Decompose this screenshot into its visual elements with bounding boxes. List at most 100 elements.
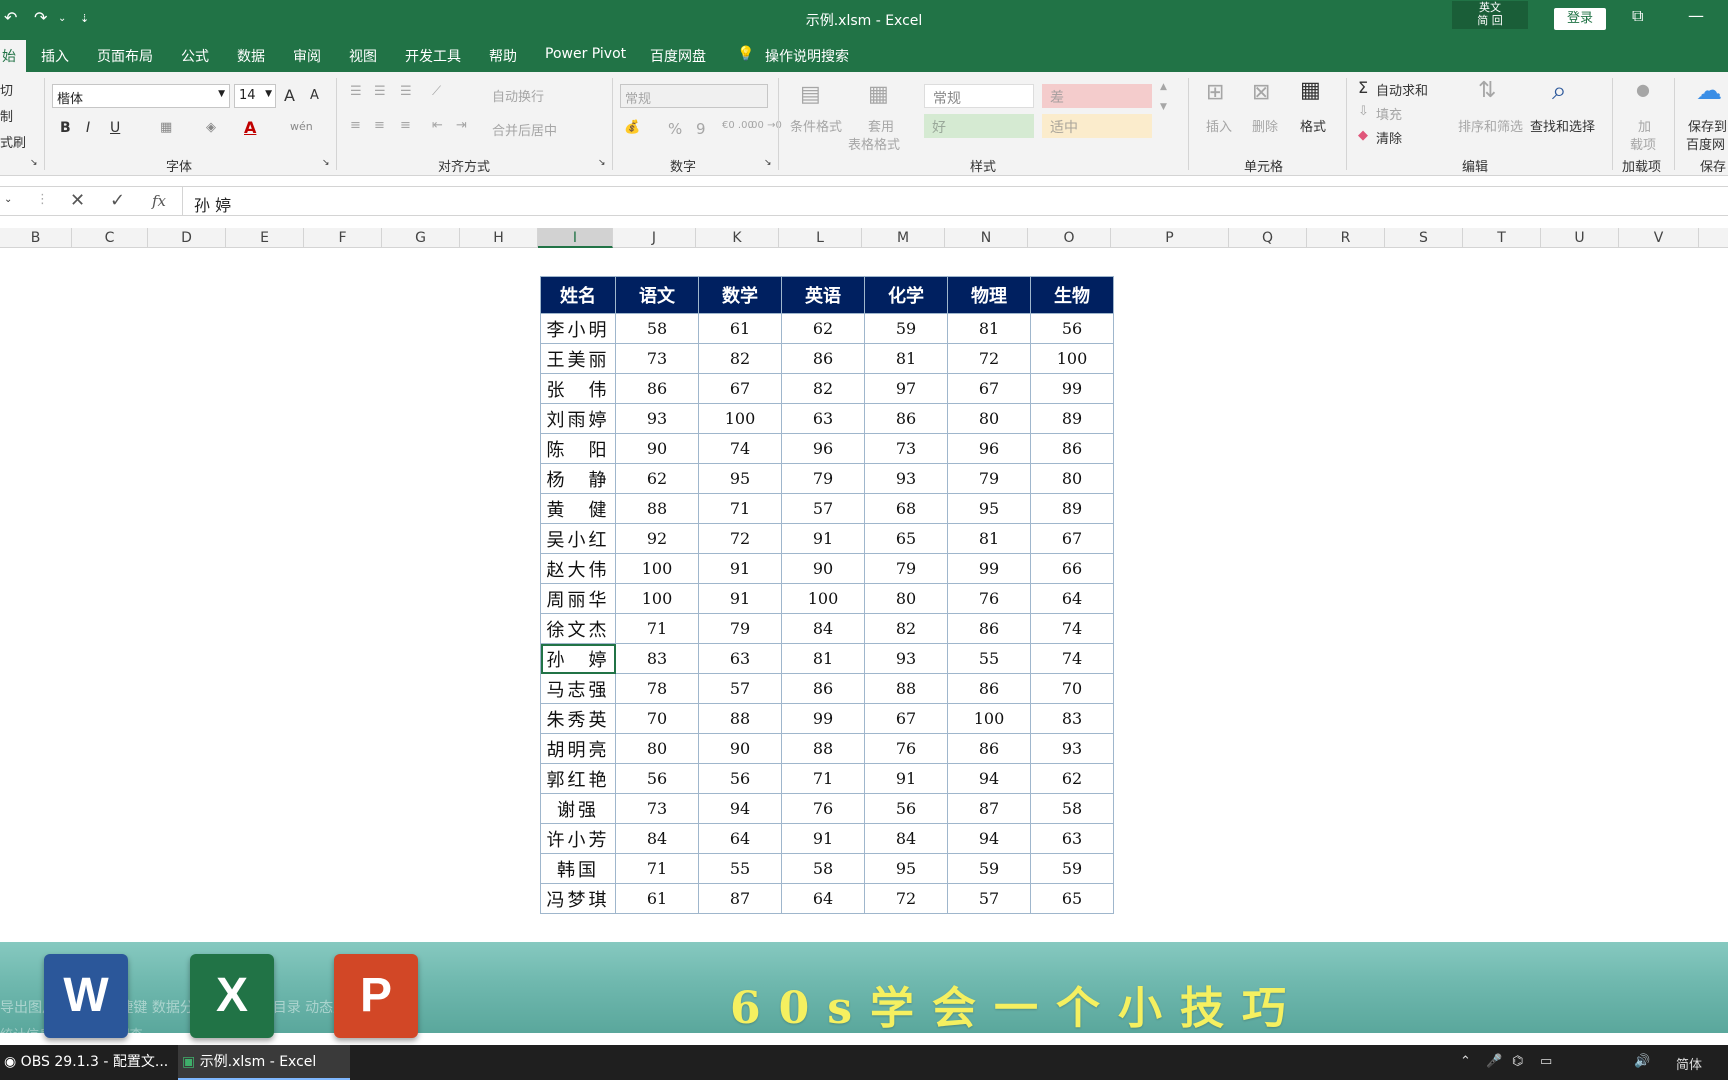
score-cell[interactable]: 91: [698, 553, 782, 584]
name-cell[interactable]: 李小明: [540, 313, 616, 344]
score-cell[interactable]: 99: [781, 703, 865, 734]
score-cell[interactable]: 63: [1030, 823, 1114, 854]
score-cell[interactable]: 71: [698, 493, 782, 524]
score-cell[interactable]: 99: [947, 553, 1031, 584]
score-cell[interactable]: 88: [615, 493, 699, 524]
score-cell[interactable]: 62: [615, 463, 699, 494]
table-format-label-1[interactable]: 套用: [868, 116, 894, 135]
score-cell[interactable]: 67: [947, 373, 1031, 404]
score-cell[interactable]: 55: [947, 643, 1031, 674]
score-cell[interactable]: 63: [781, 403, 865, 434]
score-cell[interactable]: 67: [864, 703, 948, 734]
font-size-select[interactable]: 14 ▼: [234, 84, 276, 108]
orientation-icon[interactable]: ⟋: [432, 84, 441, 99]
score-cell[interactable]: 100: [947, 703, 1031, 734]
network-icon[interactable]: ⌬: [1512, 1054, 1523, 1069]
score-cell[interactable]: 71: [615, 613, 699, 644]
score-cell[interactable]: 62: [781, 313, 865, 344]
score-cell[interactable]: 73: [615, 343, 699, 374]
score-cell[interactable]: 89: [1030, 493, 1114, 524]
conditional-format-button[interactable]: 条件格式: [790, 116, 842, 135]
score-cell[interactable]: 80: [864, 583, 948, 614]
score-cell[interactable]: 100: [615, 583, 699, 614]
name-cell[interactable]: 郭红艳: [540, 763, 616, 794]
name-cell[interactable]: 徐文杰: [540, 613, 616, 644]
formula-input[interactable]: 孙 婷: [194, 192, 231, 216]
bold-button[interactable]: B: [60, 120, 71, 136]
tab-baidu-netdisk[interactable]: 百度网盘: [650, 46, 706, 66]
score-cell[interactable]: 96: [781, 433, 865, 464]
score-cell[interactable]: 74: [1030, 643, 1114, 674]
score-cell[interactable]: 58: [615, 313, 699, 344]
column-header-e[interactable]: E: [226, 228, 304, 248]
tab-insert[interactable]: 插入: [41, 46, 69, 66]
score-cell[interactable]: 81: [947, 523, 1031, 554]
insert-cells-button[interactable]: 插入: [1206, 116, 1232, 135]
shrink-font-button[interactable]: A: [310, 88, 319, 103]
score-cell[interactable]: 81: [947, 313, 1031, 344]
score-cell[interactable]: 64: [1030, 583, 1114, 614]
name-cell[interactable]: 张 伟: [540, 373, 616, 404]
format-painter-button[interactable]: 式刷: [0, 132, 26, 151]
name-cell[interactable]: 周丽华: [540, 583, 616, 614]
column-header-d[interactable]: D: [148, 228, 226, 248]
score-cell[interactable]: 78: [615, 673, 699, 704]
score-cell[interactable]: 90: [698, 733, 782, 764]
decrease-indent-icon[interactable]: ⇤: [432, 118, 443, 133]
score-cell[interactable]: 91: [781, 523, 865, 554]
score-cell[interactable]: 84: [615, 823, 699, 854]
tray-overflow-icon[interactable]: ⌃: [1460, 1054, 1471, 1069]
score-cell[interactable]: 94: [947, 823, 1031, 854]
score-cell[interactable]: 83: [615, 643, 699, 674]
font-launcher-icon[interactable]: ↘: [322, 158, 330, 168]
column-header-j[interactable]: J: [613, 228, 696, 248]
score-cell[interactable]: 76: [781, 793, 865, 824]
name-cell[interactable]: 冯梦琪: [540, 883, 616, 914]
score-cell[interactable]: 97: [864, 373, 948, 404]
column-heading[interactable]: 化学: [864, 276, 948, 314]
microphone-icon[interactable]: 🎤: [1486, 1054, 1502, 1069]
font-family-select[interactable]: 楷体 ▼: [52, 84, 230, 108]
score-cell[interactable]: 72: [698, 523, 782, 554]
score-cell[interactable]: 56: [698, 763, 782, 794]
score-cell[interactable]: 95: [698, 463, 782, 494]
align-bottom-icon[interactable]: ☰: [400, 84, 412, 99]
grow-font-button[interactable]: A: [284, 86, 295, 105]
column-header-h[interactable]: H: [460, 228, 538, 248]
name-cell[interactable]: 谢强: [540, 793, 616, 824]
clear-button[interactable]: 清除: [1376, 128, 1402, 147]
score-cell[interactable]: 86: [1030, 433, 1114, 464]
score-cell[interactable]: 93: [864, 463, 948, 494]
score-cell[interactable]: 100: [1030, 343, 1114, 374]
score-cell[interactable]: 72: [947, 343, 1031, 374]
align-center-icon[interactable]: ≡: [374, 118, 385, 133]
score-cell[interactable]: 76: [947, 583, 1031, 614]
score-cell[interactable]: 67: [1030, 523, 1114, 554]
score-cell[interactable]: 88: [781, 733, 865, 764]
score-cell[interactable]: 55: [698, 853, 782, 884]
score-cell[interactable]: 91: [698, 583, 782, 614]
score-cell[interactable]: 81: [781, 643, 865, 674]
save-baidu-label-1[interactable]: 保存到: [1688, 116, 1727, 135]
column-header-o[interactable]: O: [1028, 228, 1111, 248]
tab-developer[interactable]: 开发工具: [405, 46, 461, 66]
tab-power-pivot[interactable]: Power Pivot: [545, 46, 626, 62]
score-cell[interactable]: 74: [698, 433, 782, 464]
column-heading[interactable]: 生物: [1030, 276, 1114, 314]
score-cell[interactable]: 79: [781, 463, 865, 494]
score-cell[interactable]: 66: [1030, 553, 1114, 584]
score-cell[interactable]: 76: [864, 733, 948, 764]
score-cell[interactable]: 100: [615, 553, 699, 584]
column-header-m[interactable]: M: [862, 228, 945, 248]
align-right-icon[interactable]: ≡: [400, 118, 411, 133]
column-header-b[interactable]: B: [0, 228, 72, 248]
column-header-u[interactable]: U: [1541, 228, 1619, 248]
name-cell[interactable]: 杨 静: [540, 463, 616, 494]
column-heading[interactable]: 物理: [947, 276, 1031, 314]
column-header-c[interactable]: C: [72, 228, 148, 248]
score-cell[interactable]: 65: [1030, 883, 1114, 914]
score-cell[interactable]: 71: [781, 763, 865, 794]
column-header-f[interactable]: F: [304, 228, 382, 248]
score-cell[interactable]: 86: [947, 613, 1031, 644]
percent-button[interactable]: %: [668, 120, 682, 138]
